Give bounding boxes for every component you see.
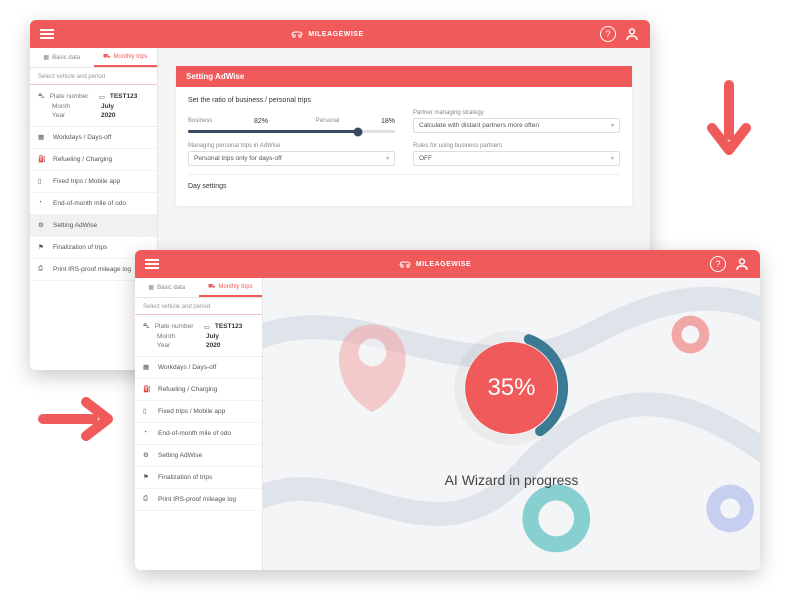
sidebar: ▦Basic data ⛟Monthly trips Select vehicl… [135,278,263,570]
sidebar-item-fixed-trips[interactable]: ▯Fixed trips / Mobile app [30,171,157,193]
brand: MILEAGEWISE [54,29,600,39]
manage-personal-dropdown[interactable]: Personal trips only for days-off▾ [188,151,395,166]
progress-label: AI Wizard in progress [445,472,579,488]
menu-icon[interactable] [40,29,54,39]
month-row: MonthJuly [143,332,254,341]
year-row: Year2020 [38,111,149,120]
tab-basic-data[interactable]: ▦Basic data [135,278,199,297]
sidebar-item-odo[interactable]: ◔End-of-month mile of odo [30,193,157,215]
plate-row: ⛍Plate number▭TEST123 [38,91,149,102]
tab-monthly-trips[interactable]: ⛟Monthly trips [199,278,263,297]
partner-strategy-dropdown[interactable]: Calculate with distant partners more oft… [413,118,620,133]
topbar: MILEAGEWISE ? [135,250,760,278]
progress-ring: 35% [451,328,571,448]
arrow-down-icon [704,80,754,160]
progress-indicator: 35% AI Wizard in progress [445,328,579,488]
rules-label: Rules for using business partners [413,143,620,149]
fuel-icon: ⛽ [143,385,152,394]
help-icon[interactable]: ? [710,256,726,272]
car-icon [290,29,304,39]
help-icon[interactable]: ? [600,26,616,42]
sidebar-item-refueling[interactable]: ⛽Refueling / Charging [30,149,157,171]
gauge-icon: ◔ [143,429,152,438]
partner-strategy-label: Partner managing strategy [413,110,620,116]
day-settings-title: Day settings [188,183,620,190]
sidebar-item-adwise[interactable]: ⚙Setting AdWise [135,445,262,467]
vehicle-period-block: ⛍Plate number▭TEST123 MonthJuly Year2020 [30,85,157,127]
settings-icon: ⚙ [38,221,47,230]
manage-personal-label: Managing personal trips in AdWise [188,143,395,149]
flag-icon: ⚑ [143,473,152,482]
car-icon: ⛍ [38,92,45,101]
sidebar-item-adwise[interactable]: ⚙Setting AdWise [30,215,157,237]
print-icon: ⎙ [143,495,152,504]
panel-title: Setting AdWise [176,66,632,87]
card-icon: ▭ [204,323,210,331]
user-icon[interactable] [624,26,640,42]
ratio-slider[interactable] [188,130,395,133]
sidebar-select-header: Select vehicle and period [30,68,157,85]
chevron-down-icon: ▾ [386,155,389,162]
menu-icon[interactable] [145,259,159,269]
personal-label: Personal [316,118,340,124]
car-icon: ⛍ [143,322,150,331]
topbar: MILEAGEWISE ? [30,20,650,48]
mobile-icon: ▯ [143,407,152,416]
ratio-slider-group: Business 82% Personal 18% [188,118,395,133]
personal-percent: 18% [381,118,395,126]
sidebar-item-odo[interactable]: ◔End-of-month mile of odo [135,423,262,445]
brand: MILEAGEWISE [159,259,710,269]
business-label: Business [188,118,212,124]
topbar-actions: ? [600,26,640,42]
year-row: Year2020 [143,341,254,350]
card-icon: ▭ [99,93,105,101]
flag-icon: ⚑ [38,243,47,252]
tab-basic-data[interactable]: ▦Basic data [30,48,94,67]
month-row: MonthJuly [38,102,149,111]
rules-dropdown[interactable]: OFF▾ [413,151,620,166]
sidebar-item-workdays[interactable]: ▦Workdays / Days-off [30,127,157,149]
chevron-down-icon: ▾ [611,122,614,129]
fuel-icon: ⛽ [38,155,47,164]
print-icon: ⎙ [38,265,47,274]
main-content-front: 35% AI Wizard in progress [263,278,760,570]
adwise-panel: Setting AdWise Set the ratio of business… [176,66,632,206]
tab-monthly-trips[interactable]: ⛟Monthly trips [94,48,158,67]
mobile-icon: ▯ [38,177,47,186]
topbar-actions: ? [710,256,750,272]
gauge-icon: ◔ [38,199,47,208]
chevron-down-icon: ▾ [611,155,614,162]
sidebar-item-print[interactable]: ⎙Print IRS-proof mileage log [135,489,262,511]
calendar-icon: ▦ [143,363,152,372]
sidebar-tabs: ▦Basic data ⛟Monthly trips [135,278,262,298]
plate-row: ⛍Plate number▭TEST123 [143,321,254,332]
settings-icon: ⚙ [143,451,152,460]
progress-percent: 35% [465,342,557,434]
ratio-section-title: Set the ratio of business / personal tri… [188,97,620,104]
calendar-icon: ▦ [38,133,47,142]
user-icon[interactable] [734,256,750,272]
sidebar-item-refueling[interactable]: ⛽Refueling / Charging [135,379,262,401]
sidebar-item-finalization[interactable]: ⚑Finalization of trips [135,467,262,489]
car-icon [398,259,412,269]
business-percent: 82% [254,118,268,126]
progress-window-front: MILEAGEWISE ? ▦Basic data ⛟Monthly trips… [135,250,760,570]
sidebar-item-workdays[interactable]: ▦Workdays / Days-off [135,357,262,379]
sidebar-select-header: Select vehicle and period [135,298,262,315]
sidebar-item-fixed-trips[interactable]: ▯Fixed trips / Mobile app [135,401,262,423]
sidebar-tabs: ▦Basic data ⛟Monthly trips [30,48,157,68]
vehicle-period-block: ⛍Plate number▭TEST123 MonthJuly Year2020 [135,315,262,357]
arrow-right-icon [38,394,118,444]
